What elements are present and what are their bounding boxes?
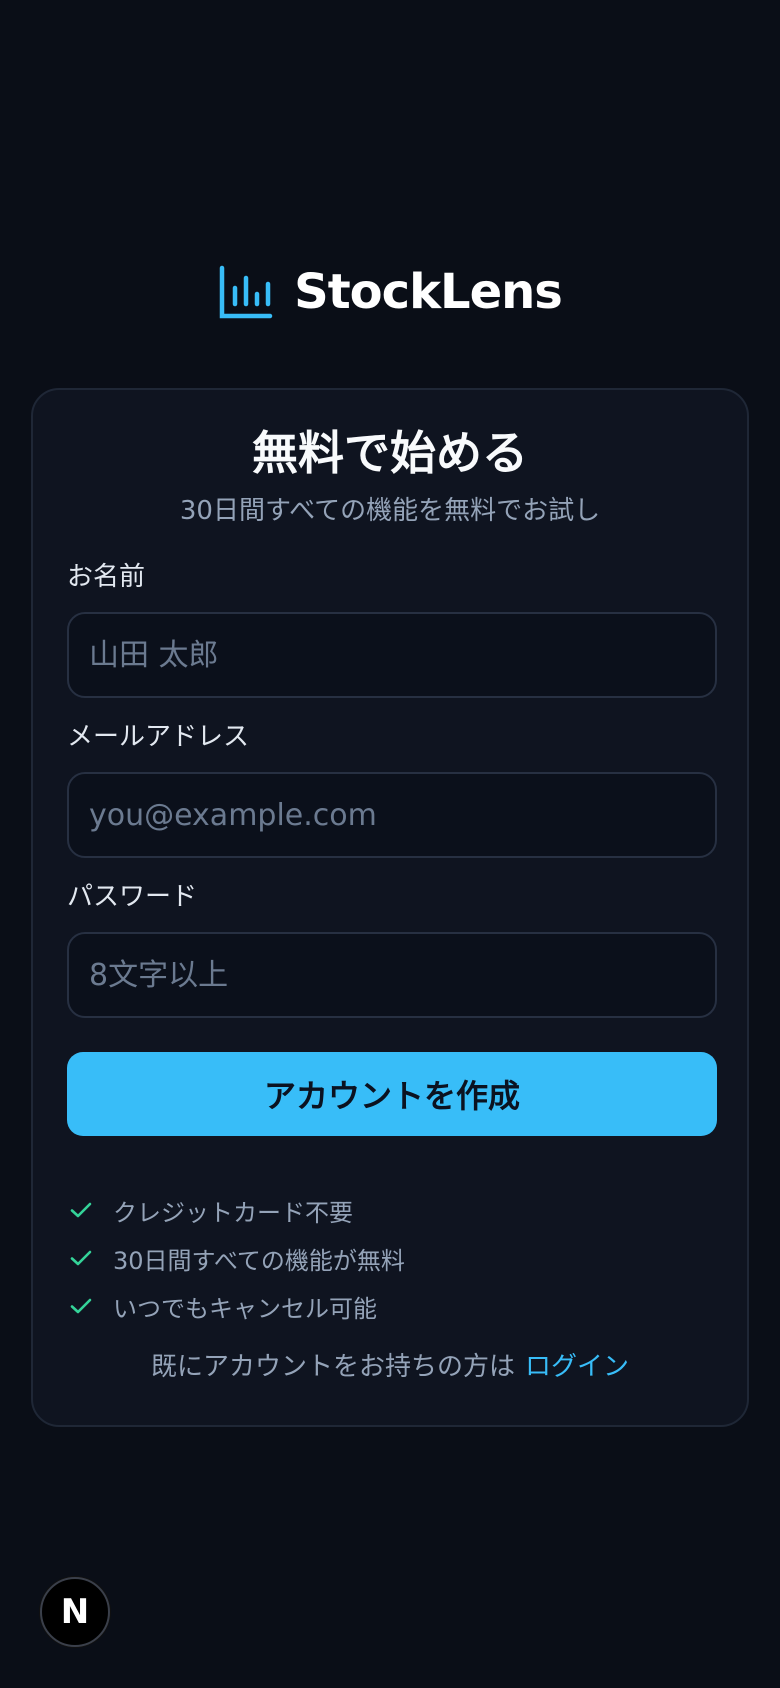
signup-card: 無料で始める 30日間すべての機能を無料でお試し お名前 メールアドレス パスワ… <box>31 388 749 1427</box>
name-label: お名前 <box>67 562 146 592</box>
name-input[interactable] <box>67 612 717 698</box>
password-input[interactable] <box>67 932 717 1018</box>
feature-item: いつでもキャンセル可能 <box>67 1282 713 1330</box>
check-icon <box>70 1250 92 1266</box>
login-prompt-text: 既にアカウントをお持ちの方は <box>150 1352 515 1382</box>
brand-name: StockLens <box>294 264 563 320</box>
card-title: 無料で始める <box>252 426 528 480</box>
bar-chart-icon <box>219 265 273 319</box>
email-label: メールアドレス <box>67 722 250 752</box>
check-icon <box>70 1298 92 1314</box>
feature-text: クレジットカード不要 <box>113 1198 353 1227</box>
feature-text: 30日間すべての機能が無料 <box>113 1246 405 1275</box>
create-account-button[interactable]: アカウントを作成 <box>67 1052 717 1136</box>
nextjs-icon: N <box>60 1592 90 1632</box>
card-subtitle: 30日間すべての機能を無料でお試し <box>179 496 601 526</box>
feature-item: 30日間すべての機能が無料 <box>67 1234 713 1282</box>
feature-text: いつでもキャンセル可能 <box>113 1294 377 1323</box>
feature-list: クレジットカード不要 30日間すべての機能が無料 いつでもキャンセル可能 <box>67 1186 713 1330</box>
check-icon <box>70 1202 92 1218</box>
signup-page: StockLens 無料で始める 30日間すべての機能を無料でお試し お名前 メ… <box>0 0 780 1688</box>
login-prompt-line: 既にアカウントをお持ちの方は ログイン <box>67 1350 713 1384</box>
email-input[interactable] <box>67 772 717 858</box>
password-label: パスワード <box>67 882 198 912</box>
brand-header: StockLens <box>0 262 780 322</box>
login-link[interactable]: ログイン <box>525 1352 629 1382</box>
feature-item: クレジットカード不要 <box>67 1186 713 1234</box>
nextjs-dev-badge[interactable]: N <box>40 1577 110 1647</box>
